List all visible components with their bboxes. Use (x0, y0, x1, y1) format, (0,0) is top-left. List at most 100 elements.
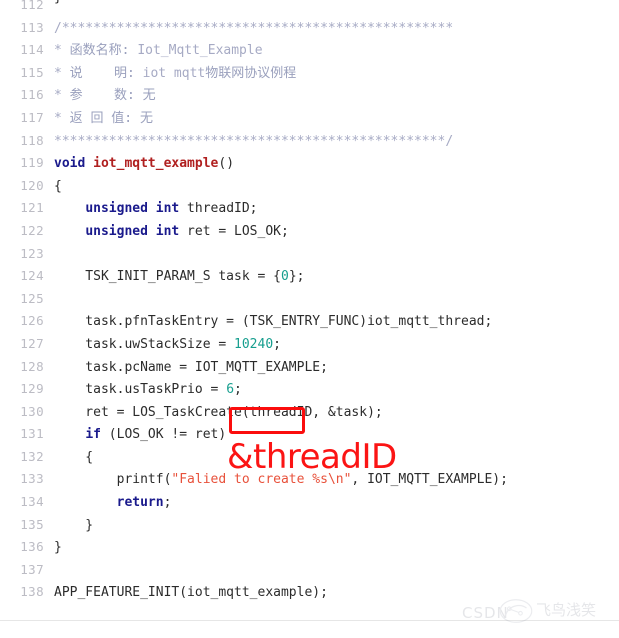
line-content[interactable]: * 函数名称: Iot_Mqtt_Example (54, 40, 263, 63)
line-number: 115 (20, 64, 44, 80)
code-line[interactable]: 124 TSK_INIT_PARAM_S task = {0}; (0, 265, 619, 288)
line-content[interactable]: task.uwStackSize = 10240; (54, 334, 281, 357)
code-line[interactable]: 134 return; (0, 491, 619, 514)
code-line[interactable]: 118 *************************************… (0, 130, 619, 153)
line-content[interactable]: task.usTaskPrio = 6; (54, 379, 242, 402)
line-content[interactable]: if (LOS_OK != ret) (54, 424, 226, 447)
line-content[interactable]: { (54, 176, 62, 199)
code-viewer[interactable]: } 112 113 /*******************************… (0, 0, 619, 638)
code-token: "Falied to create %s\n" (171, 472, 352, 488)
code-line[interactable]: 125 (0, 288, 619, 311)
code-token: ; (273, 336, 281, 352)
line-content[interactable]: APP_FEATURE_INIT(iot_mqtt_example); (54, 582, 328, 605)
line-content[interactable]: /***************************************… (54, 18, 453, 41)
code-token: void (54, 156, 86, 172)
line-content[interactable]: } (54, 537, 62, 560)
line-content[interactable]: printf("Falied to create %s\n", IOT_MQTT… (54, 469, 508, 492)
line-number: 129 (20, 381, 44, 397)
code-token: task.uwStackSize = (54, 336, 235, 352)
line-content[interactable]: * 参 数: 无 (54, 85, 156, 108)
code-token: ret = LOS_OK; (179, 223, 289, 239)
line-content[interactable]: { (54, 447, 93, 470)
line-content[interactable]: unsigned int ret = LOS_OK; (54, 221, 289, 244)
code-token: ; (163, 495, 172, 511)
code-token: iot mqtt (142, 65, 206, 81)
line-number: 123 (20, 245, 44, 261)
code-token: ret = LOS_TaskCreate(threadID, &task); (54, 404, 383, 420)
code-token: printf( (54, 472, 172, 488)
code-token: * (54, 43, 70, 59)
code-token: task.pcName = IOT_MQTT_EXAMPLE; (54, 359, 328, 375)
code-token: ****************************************… (54, 133, 454, 149)
code-line[interactable]: 131 if (LOS_OK != ret) (0, 423, 619, 446)
code-token: { (54, 178, 62, 194)
code-line[interactable]: 128 task.pcName = IOT_MQTT_EXAMPLE; (0, 356, 619, 379)
line-number: 118 (20, 132, 44, 148)
code-token: 返 回 值: 无 (69, 110, 153, 126)
code-line[interactable]: 116 * 参 数: 无 (0, 84, 619, 107)
csdn-logo-icon (499, 599, 533, 623)
line-content[interactable]: } (54, 515, 93, 538)
code-token: * (54, 65, 70, 81)
line-number: 137 (20, 561, 44, 577)
line-number: 125 (20, 290, 44, 306)
code-line[interactable]: 114 * 函数名称: Iot_Mqtt_Example (0, 39, 619, 62)
code-line[interactable]: 119 void iot_mqtt_example() (0, 152, 619, 175)
line-number: 135 (20, 516, 44, 532)
watermark-author: 飞鸟浅笑 (536, 601, 597, 619)
code-token: if (85, 427, 101, 443)
code-token: 6 (226, 382, 235, 398)
code-token: () (218, 156, 235, 172)
line-content[interactable]: TSK_INIT_PARAM_S task = {0}; (54, 266, 304, 289)
line-number: 124 (20, 268, 44, 284)
code-line[interactable]: 129 task.usTaskPrio = 6; (0, 378, 619, 401)
code-token: }; (288, 269, 305, 285)
line-content[interactable]: * 说 明: iot mqtt物联网协议例程 (54, 63, 296, 86)
code-token: task.pfnTaskEntry = (TSK_ENTRY_FUNC)iot_… (54, 314, 493, 330)
line-number: 134 (20, 494, 44, 510)
code-line[interactable]: 115 * 说 明: iot mqtt物联网协议例程 (0, 62, 619, 85)
code-token: * (54, 88, 70, 104)
line-number: 131 (20, 426, 44, 442)
code-token: 物联网协议例程 (205, 65, 297, 81)
line-content[interactable]: * 返 回 值: 无 (54, 108, 153, 131)
code-line[interactable]: 126 task.pfnTaskEntry = (TSK_ENTRY_FUNC)… (0, 310, 619, 333)
code-line[interactable]: 112 (0, 0, 619, 17)
code-line[interactable]: 135 } (0, 514, 619, 537)
code-token: 参 数: 无 (69, 88, 156, 104)
code-token: return (116, 495, 164, 511)
code-token: 10240 (234, 336, 274, 352)
line-content[interactable]: void iot_mqtt_example() (54, 153, 234, 176)
line-content[interactable]: task.pcName = IOT_MQTT_EXAMPLE; (54, 357, 328, 380)
code-line[interactable]: 130 ret = LOS_TaskCreate(threadID, &task… (0, 401, 619, 424)
code-line[interactable]: 122 unsigned int ret = LOS_OK; (0, 220, 619, 243)
code-line[interactable]: 123 (0, 243, 619, 266)
code-token: 函数名称: (69, 43, 138, 59)
code-token: } (54, 540, 62, 556)
code-line[interactable]: 136} (0, 536, 619, 559)
code-line[interactable]: 133 printf("Falied to create %s\n", IOT_… (0, 468, 619, 491)
line-number: 128 (20, 358, 44, 374)
code-line[interactable]: 120 { (0, 175, 619, 198)
line-content[interactable]: task.pfnTaskEntry = (TSK_ENTRY_FUNC)iot_… (54, 311, 492, 334)
line-content[interactable]: return; (54, 492, 172, 515)
code-line[interactable]: 113 /************************************… (0, 17, 619, 40)
code-token: threadID; (179, 201, 258, 217)
code-line[interactable]: 137 (0, 559, 619, 582)
line-number: 132 (20, 448, 44, 464)
code-token: iot_mqtt_example (93, 156, 219, 172)
code-line[interactable]: 121 unsigned int threadID; (0, 197, 619, 220)
line-number: 136 (20, 539, 44, 555)
line-content[interactable]: ret = LOS_TaskCreate(threadID, &task); (54, 402, 383, 425)
code-line[interactable]: 117 * 返 回 值: 无 (0, 107, 619, 130)
code-token: TSK_INIT_PARAM_S task = { (54, 269, 281, 285)
line-content[interactable]: unsigned int threadID; (54, 198, 258, 221)
line-content[interactable]: ****************************************… (54, 131, 453, 154)
line-number: 116 (20, 87, 44, 103)
line-number: 117 (20, 109, 44, 125)
code-line[interactable]: 132 { (0, 446, 619, 469)
code-token: { (54, 449, 94, 465)
code-line[interactable]: 127 task.uwStackSize = 10240; (0, 333, 619, 356)
